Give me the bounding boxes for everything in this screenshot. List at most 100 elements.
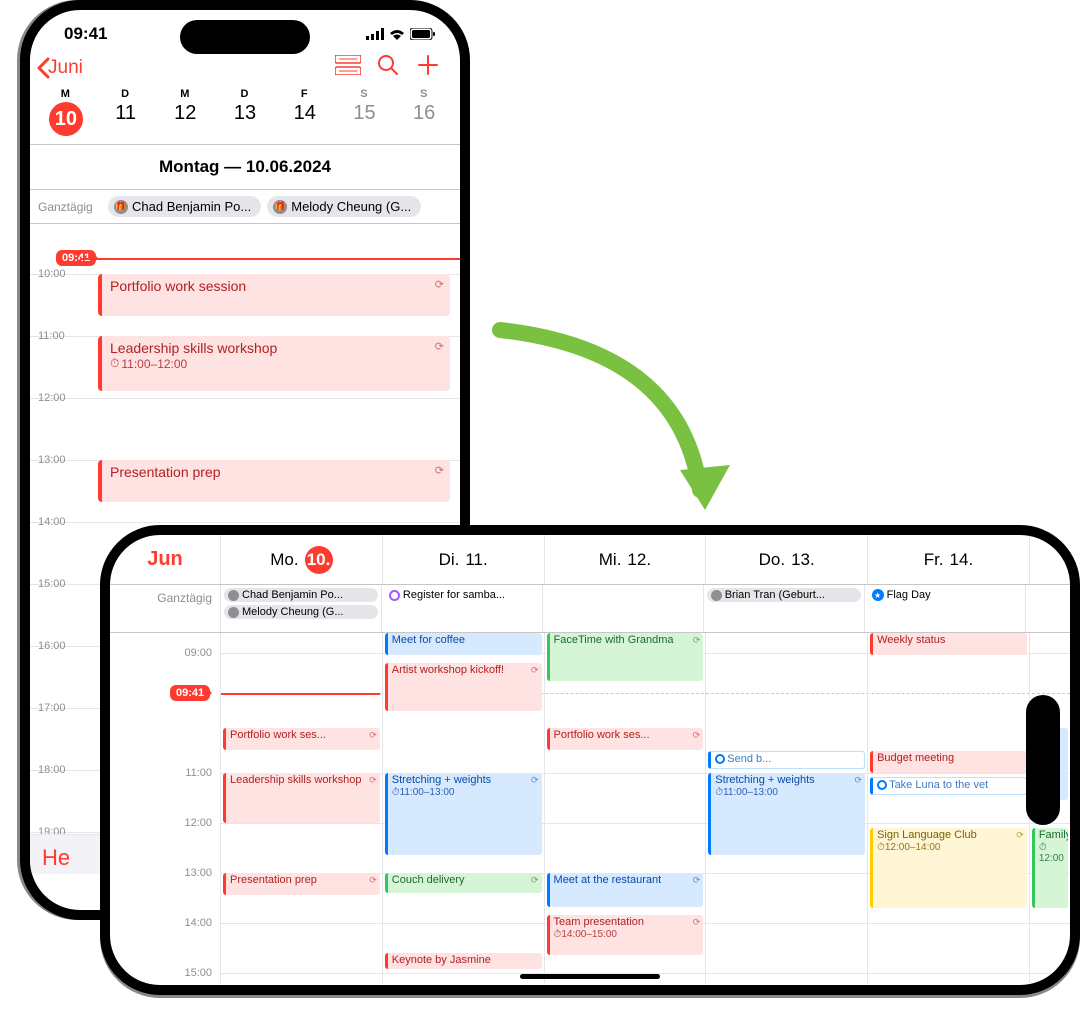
allday-cell xyxy=(542,585,703,632)
day-header[interactable]: Fr.14. xyxy=(867,535,1029,584)
hour-label: 10:00 xyxy=(38,268,66,280)
search-icon xyxy=(377,54,399,76)
event-block[interactable]: Presentation prep ⟳ xyxy=(98,460,450,502)
event-block[interactable]: Portfolio work ses...⟳ xyxy=(223,728,380,750)
search-button[interactable] xyxy=(368,54,408,82)
home-indicator[interactable] xyxy=(520,974,660,979)
allday-cell: Register for samba... xyxy=(381,585,542,632)
allday-row: Ganztägig 🎁Chad Benjamin Po... 🎁Melody C… xyxy=(30,190,460,224)
event-block-tentative[interactable]: Send b... xyxy=(708,751,865,769)
event-block-tentative[interactable]: Take Luna to the vet xyxy=(870,777,1027,795)
day-column: FaceTime with Grandma⟳ Portfolio work se… xyxy=(544,633,706,983)
day-column: Meet for coffee Artist workshop kickoff!… xyxy=(382,633,544,983)
event-block[interactable]: Leadership skills workshop ⏱11:00–12:00 … xyxy=(98,336,450,391)
day-button[interactable]: 13 xyxy=(215,102,275,136)
back-label: Juni xyxy=(48,57,83,79)
hour-label: 16:00 xyxy=(38,640,66,652)
cellular-icon xyxy=(366,28,384,40)
event-block[interactable]: Keynote by Jasmine xyxy=(385,953,542,969)
day-button[interactable]: 16 xyxy=(394,102,454,136)
event-block[interactable]: FaceTime with Grandma⟳ xyxy=(547,633,704,681)
weekday-label: S xyxy=(394,88,454,100)
event-block[interactable]: Presentation prep⟳ xyxy=(223,873,380,895)
day-button[interactable]: 10 xyxy=(36,102,96,136)
now-indicator: 09:41 xyxy=(170,685,210,701)
event-block[interactable]: Couch delivery⟳ xyxy=(385,873,542,893)
allday-cell: Chad Benjamin Po... Melody Cheung (G... xyxy=(220,585,381,632)
allday-event[interactable]: Melody Cheung (G... xyxy=(224,605,378,619)
allday-event[interactable]: Register for samba... xyxy=(385,588,539,602)
clock-icon: ⏱ xyxy=(1039,842,1047,853)
day-button[interactable]: 15 xyxy=(335,102,395,136)
event-block[interactable]: Budget meeting xyxy=(870,751,1027,773)
weekday-label: D xyxy=(96,88,156,100)
allday-label: Ganztägig xyxy=(110,585,220,632)
clock-icon: ⏱ xyxy=(877,842,885,853)
event-block[interactable]: Sign Language Club⏱12:00–14:00⟳ xyxy=(870,828,1027,908)
allday-event[interactable]: 🎁Chad Benjamin Po... xyxy=(108,196,261,217)
dynamic-island xyxy=(180,20,310,54)
day-picker: 10 11 12 13 14 15 16 xyxy=(30,100,460,144)
allday-event[interactable]: Brian Tran (Geburt... xyxy=(707,588,861,602)
event-block[interactable]: Stretching + weights⏱11:00–13:00⟳ xyxy=(708,773,865,855)
clock-icon: ⏱ xyxy=(715,787,723,798)
day-header[interactable]: Mo.10. xyxy=(220,535,382,584)
now-line xyxy=(80,258,460,260)
hour-label: 12:00 xyxy=(184,817,212,829)
allday-cell: ★Flag Day xyxy=(864,585,1025,632)
hour-label: 17:00 xyxy=(38,702,66,714)
event-block[interactable]: Leadership skills workshop⟳ xyxy=(223,773,380,823)
day-header-partial xyxy=(1029,535,1070,584)
ring-icon xyxy=(715,754,725,764)
event-block[interactable]: Meet at the restaurant⟳ xyxy=(547,873,704,907)
add-event-button[interactable] xyxy=(408,54,448,82)
hour-label: 09:00 xyxy=(184,647,212,659)
repeat-icon: ⟳ xyxy=(435,278,444,291)
allday-event[interactable]: ★Flag Day xyxy=(868,588,1022,602)
month-short[interactable]: Jun xyxy=(110,535,220,584)
allday-event[interactable]: 🎁Melody Cheung (G... xyxy=(267,196,421,217)
iphone-landscape: Jun Mo.10. Di.11. Mi.12. Do.13. Fr.14. G… xyxy=(100,525,1080,995)
allday-event[interactable]: Chad Benjamin Po... xyxy=(224,588,378,602)
plus-icon xyxy=(417,54,439,76)
hour-label: 13:00 xyxy=(184,867,212,879)
repeat-icon: ⟳ xyxy=(1016,830,1024,841)
hour-label: 11:00 xyxy=(38,330,65,342)
allday-cell xyxy=(1025,585,1070,632)
repeat-icon: ⟳ xyxy=(693,635,701,646)
allday-row-landscape: Ganztägig Chad Benjamin Po... Melody Che… xyxy=(110,585,1070,633)
allday-cell: Brian Tran (Geburt... xyxy=(703,585,864,632)
event-block[interactable]: Team presentation⏱14:00–15:00⟳ xyxy=(547,915,704,955)
day-button[interactable]: 11 xyxy=(96,102,156,136)
gift-icon xyxy=(711,590,722,601)
week-header: Jun Mo.10. Di.11. Mi.12. Do.13. Fr.14. xyxy=(110,535,1070,585)
event-block[interactable]: Meet for coffee xyxy=(385,633,542,655)
weekday-label: S xyxy=(335,88,395,100)
hour-label: 14:00 xyxy=(38,516,66,528)
clock-icon: ⏱ xyxy=(110,356,119,371)
event-block[interactable]: Portfolio work session ⟳ xyxy=(98,274,450,316)
back-button[interactable]: Juni xyxy=(36,57,83,79)
repeat-icon: ⟳ xyxy=(369,730,377,741)
day-button[interactable]: 12 xyxy=(155,102,215,136)
event-block[interactable]: Family⏱12:00 xyxy=(1032,828,1068,908)
day-header[interactable]: Do.13. xyxy=(705,535,867,584)
repeat-icon: ⟳ xyxy=(435,464,444,477)
repeat-icon: ⟳ xyxy=(855,775,863,786)
status-icons xyxy=(366,28,436,40)
event-block[interactable]: Portfolio work ses...⟳ xyxy=(547,728,704,750)
event-block[interactable]: Artist workshop kickoff!⟳ xyxy=(385,663,542,711)
event-block[interactable]: Weekly status xyxy=(870,633,1027,655)
day-column: Portfolio work ses...⟳ Leadership skills… xyxy=(220,633,382,983)
ring-icon xyxy=(877,780,887,790)
day-button[interactable]: 14 xyxy=(275,102,335,136)
day-header[interactable]: Di.11. xyxy=(382,535,544,584)
time-gutter: 09:00 09:41 11:00 12:00 13:00 14:00 15:0… xyxy=(110,633,220,983)
hour-label: 11:00 xyxy=(185,767,212,779)
week-grid[interactable]: 09:00 09:41 11:00 12:00 13:00 14:00 15:0… xyxy=(110,633,1070,983)
list-view-button[interactable] xyxy=(328,55,368,81)
day-header[interactable]: Mi.12. xyxy=(544,535,706,584)
wifi-icon xyxy=(388,28,406,40)
event-block[interactable]: Stretching + weights⏱11:00–13:00⟳ xyxy=(385,773,542,855)
allday-label: Ganztägig xyxy=(38,200,102,214)
